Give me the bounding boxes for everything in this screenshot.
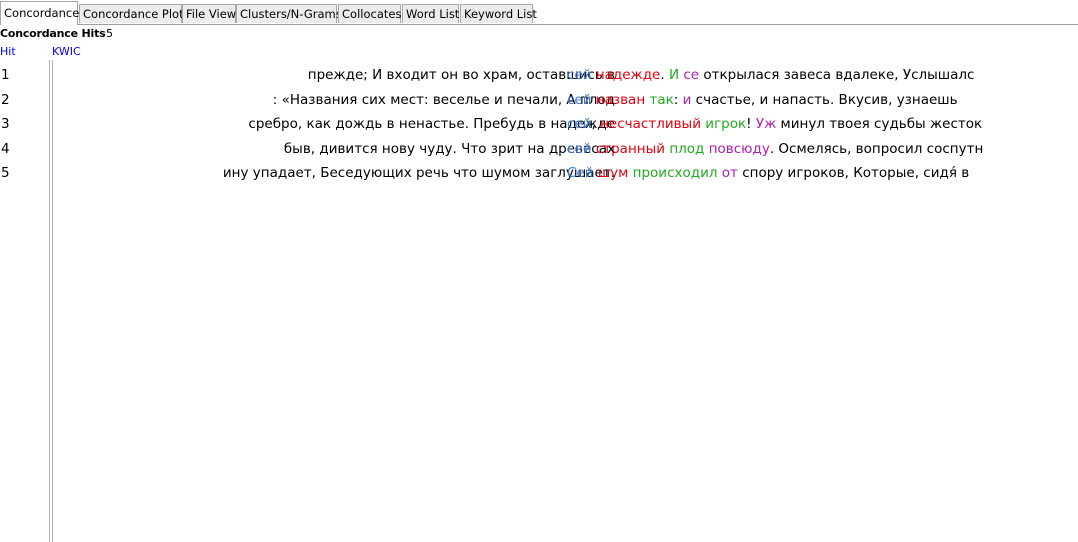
concordance-row[interactable]: : «Названия сих мест: веселье и печали, …	[53, 91, 1078, 111]
left-context: ину упадает, Беседующих речь что шумом з…	[222, 165, 615, 181]
context-text: :	[673, 91, 683, 108]
column-header-hit[interactable]: Hit	[0, 45, 16, 58]
collocate-word: И	[668, 67, 680, 83]
collocate-word: несчастливый	[600, 116, 701, 132]
tab-clusters-n-grams[interactable]: Clusters/N-Grams	[236, 4, 342, 23]
concordance-hits-label: Concordance Hits	[0, 27, 106, 40]
context-text: !	[746, 116, 756, 132]
collocate-word: плод	[669, 140, 705, 157]
keyword: сей	[567, 140, 592, 157]
hit-number[interactable]: 3	[1, 115, 10, 133]
tab-concordance-plot[interactable]: Concordance Plot	[79, 4, 184, 23]
context-text: спору игроков, Которые, сидя́ в	[737, 165, 970, 181]
collocate-word: повсюду	[708, 140, 770, 157]
right-context: сей странный плод повсюду. Осмелясь, воп…	[567, 140, 983, 158]
tab-bar: Concordance Concordance Plot File View Clus…	[0, 0, 1078, 25]
collocate-word: Уж	[755, 116, 777, 132]
left-context: : «Названия сих мест: веселье и печали, …	[272, 91, 615, 108]
hit-number[interactable]: 4	[1, 140, 10, 158]
kwic-results-pane[interactable]: прежде; И входит он во храм, оставшись в…	[52, 60, 1078, 542]
collocate-word: так	[649, 91, 674, 108]
collocate-word: происходил	[632, 165, 718, 181]
context-text: счастье, и напасть. Вкусив, узнаешь	[691, 91, 958, 108]
context-text: ,	[591, 116, 601, 132]
keyword: сей	[567, 91, 592, 108]
keyword: сей	[567, 116, 592, 132]
hit-number[interactable]: 5	[1, 164, 10, 182]
right-context: сей надежде. И се открылася завеса вдале…	[567, 66, 974, 84]
tab-word-list[interactable]: Word List	[402, 4, 459, 23]
hit-number-column: 1 2 3 4 5	[0, 60, 50, 542]
keyword: сей	[567, 67, 592, 83]
collocate-word: назван	[595, 91, 646, 108]
collocate-word: се	[683, 67, 700, 83]
concordance-row[interactable]: быв, дивится нову чуду. Что зрит на древ…	[53, 140, 1078, 160]
context-text: минул твоея судьбы жесток	[776, 116, 983, 132]
collocate-word: шум	[597, 165, 629, 181]
hit-number[interactable]: 2	[1, 91, 10, 109]
left-context: сребро, как дождь в ненастье. Пребудь в …	[248, 116, 615, 132]
collocate-word: надежде	[595, 67, 661, 83]
concordance-row[interactable]: ину упадает, Беседующих речь что шумом з…	[53, 164, 1078, 184]
tab-file-view[interactable]: File View	[182, 4, 236, 23]
hit-number[interactable]: 1	[1, 66, 10, 84]
tab-keyword-list[interactable]: Keyword List	[460, 4, 537, 23]
tab-collocates[interactable]: Collocates	[338, 4, 401, 23]
concordance-row[interactable]: сребро, как дождь в ненастье. Пребудь в …	[53, 115, 1078, 135]
collocate-word: от	[721, 165, 738, 181]
concordance-row[interactable]: прежде; И входит он во храм, оставшись в…	[53, 66, 1078, 86]
tab-concordance[interactable]: Concordance	[0, 1, 79, 25]
concordance-hits-count: 5	[106, 27, 113, 40]
keyword: Сей	[567, 165, 594, 181]
left-context: быв, дивится нову чуду. Что зрит на древ…	[283, 140, 615, 157]
collocate-word: странный	[595, 140, 666, 157]
right-context: сей, несчастливый игрок! Уж минул твоея …	[567, 115, 982, 133]
right-context: Сей шум происходил от спору игроков, Кот…	[567, 164, 969, 182]
context-text: . Осмелясь, вопросил соспутн	[769, 140, 984, 157]
context-text: .	[660, 67, 669, 83]
right-context: сей назван так: и счастье, и напасть. Вк…	[567, 91, 958, 109]
context-text: открылася завеса вдалеке, Услышалс	[699, 67, 975, 83]
column-header-kwic[interactable]: KWIC	[52, 45, 81, 58]
collocate-word: игрок	[705, 116, 747, 132]
